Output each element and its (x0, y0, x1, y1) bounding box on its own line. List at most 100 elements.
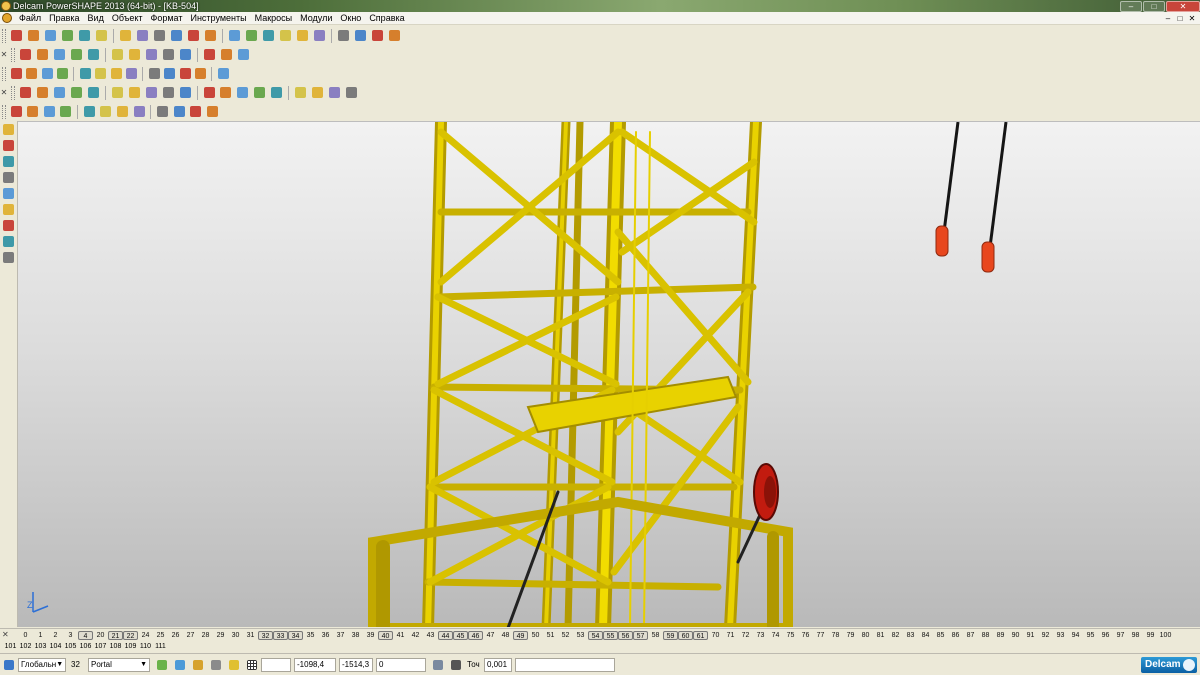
level-89[interactable]: 89 (993, 631, 1008, 640)
level-79[interactable]: 79 (843, 631, 858, 640)
fill-icon[interactable] (188, 104, 203, 119)
multi-icon[interactable] (218, 85, 233, 100)
level-32[interactable]: 32 (258, 631, 273, 640)
toolbar-close-icon[interactable]: ✕ (0, 50, 8, 59)
menu-modules[interactable]: Модули (296, 13, 336, 23)
menu-tools[interactable]: Инструменты (186, 13, 250, 23)
material-icon[interactable] (202, 47, 217, 62)
undo-icon[interactable] (186, 28, 201, 43)
z-coordinate-field[interactable]: 0 (376, 657, 426, 672)
arc-icon[interactable] (278, 28, 293, 43)
frame-icon[interactable] (162, 66, 176, 81)
info-icon[interactable] (178, 66, 192, 81)
level-27[interactable]: 27 (183, 631, 198, 640)
cut-icon[interactable] (94, 28, 109, 43)
level-101[interactable]: 101 (3, 643, 18, 650)
snap-icon[interactable] (227, 658, 241, 672)
level-86[interactable]: 86 (948, 631, 963, 640)
level-108[interactable]: 108 (108, 643, 123, 650)
pyramid-icon[interactable] (205, 104, 220, 119)
command-field[interactable] (515, 657, 615, 672)
level-bar-close-icon[interactable]: ✕ (2, 630, 9, 639)
level-33[interactable]: 33 (273, 631, 288, 640)
level-74[interactable]: 74 (768, 631, 783, 640)
calculator-icon[interactable] (431, 658, 445, 672)
shade-icon[interactable] (353, 28, 368, 43)
level-41[interactable]: 41 (393, 631, 408, 640)
level-60[interactable]: 60 (678, 631, 693, 640)
workplane-icon[interactable] (42, 104, 57, 119)
level-34[interactable]: 34 (288, 631, 303, 640)
move-icon[interactable] (86, 47, 101, 62)
menu-help[interactable]: Справка (365, 13, 408, 23)
menu-window[interactable]: Окно (336, 13, 365, 23)
level-77[interactable]: 77 (813, 631, 828, 640)
toolbar-grip[interactable] (2, 28, 6, 43)
level-109[interactable]: 109 (123, 643, 138, 650)
table-icon[interactable] (40, 66, 54, 81)
level-26[interactable]: 26 (168, 631, 183, 640)
smooth-icon[interactable] (110, 85, 125, 100)
new-icon[interactable] (9, 28, 24, 43)
level-tool-icon[interactable] (155, 658, 169, 672)
sphere-view-icon[interactable] (69, 47, 84, 62)
cam-icon[interactable] (98, 104, 113, 119)
level-38[interactable]: 38 (348, 631, 363, 640)
level-107[interactable]: 107 (93, 643, 108, 650)
level-2[interactable]: 2 (48, 631, 63, 640)
level-58[interactable]: 58 (648, 631, 663, 640)
brush-icon[interactable] (152, 28, 167, 43)
level-57[interactable]: 57 (633, 631, 648, 640)
level-49[interactable]: 49 (513, 631, 528, 640)
sphere-red-icon[interactable] (78, 66, 92, 81)
hand-icon[interactable] (236, 47, 251, 62)
gears-icon[interactable] (82, 104, 97, 119)
level-37[interactable]: 37 (333, 631, 348, 640)
level-0[interactable]: 0 (18, 631, 33, 640)
level-48[interactable]: 48 (498, 631, 513, 640)
doc-minimize-button[interactable]: – (1162, 14, 1174, 23)
redo-icon[interactable] (203, 28, 218, 43)
y-coordinate-field[interactable]: -1514,3 (339, 657, 373, 672)
level-3[interactable]: 3 (63, 631, 78, 640)
level-90[interactable]: 90 (1008, 631, 1023, 640)
level-51[interactable]: 51 (543, 631, 558, 640)
toolbar-grip[interactable] (10, 85, 15, 100)
triangle-icon[interactable] (109, 66, 123, 81)
document-icon[interactable] (2, 13, 12, 23)
level-104[interactable]: 104 (48, 643, 63, 650)
level-22[interactable]: 22 (123, 631, 138, 640)
arrow-green-icon[interactable] (216, 66, 230, 81)
level-75[interactable]: 75 (783, 631, 798, 640)
doc-close-button[interactable]: ✕ (1186, 14, 1198, 23)
layers-icon[interactable] (1, 138, 16, 153)
zoom-box-icon[interactable] (127, 47, 142, 62)
level-87[interactable]: 87 (963, 631, 978, 640)
level-100[interactable]: 100 (1158, 631, 1173, 640)
level-82[interactable]: 82 (888, 631, 903, 640)
menu-macros[interactable]: Макросы (251, 13, 297, 23)
blank-field[interactable] (261, 657, 291, 672)
graphics-viewport[interactable]: Z (18, 121, 1200, 627)
curve-icon[interactable] (312, 28, 327, 43)
level-tool3-icon[interactable] (191, 658, 205, 672)
level-tool4-icon[interactable] (209, 658, 223, 672)
axis-icon[interactable] (25, 104, 40, 119)
tolerance-field[interactable]: 0,001 (484, 657, 512, 672)
zoom-fit-icon[interactable] (144, 47, 159, 62)
open-icon[interactable] (26, 28, 41, 43)
level-30[interactable]: 30 (228, 631, 243, 640)
level-54[interactable]: 54 (588, 631, 603, 640)
stack2-icon[interactable] (269, 85, 284, 100)
level-94[interactable]: 94 (1068, 631, 1083, 640)
select2-icon[interactable] (178, 85, 193, 100)
delete-icon[interactable] (169, 28, 184, 43)
dim-icon[interactable] (193, 66, 207, 81)
level-tool2-icon[interactable] (173, 658, 187, 672)
zoom-icon[interactable] (110, 47, 125, 62)
globe-icon[interactable] (161, 47, 176, 62)
level-83[interactable]: 83 (903, 631, 918, 640)
level-61[interactable]: 61 (693, 631, 708, 640)
close-button[interactable]: ✕ (1166, 0, 1200, 12)
plane-icon[interactable] (52, 47, 67, 62)
